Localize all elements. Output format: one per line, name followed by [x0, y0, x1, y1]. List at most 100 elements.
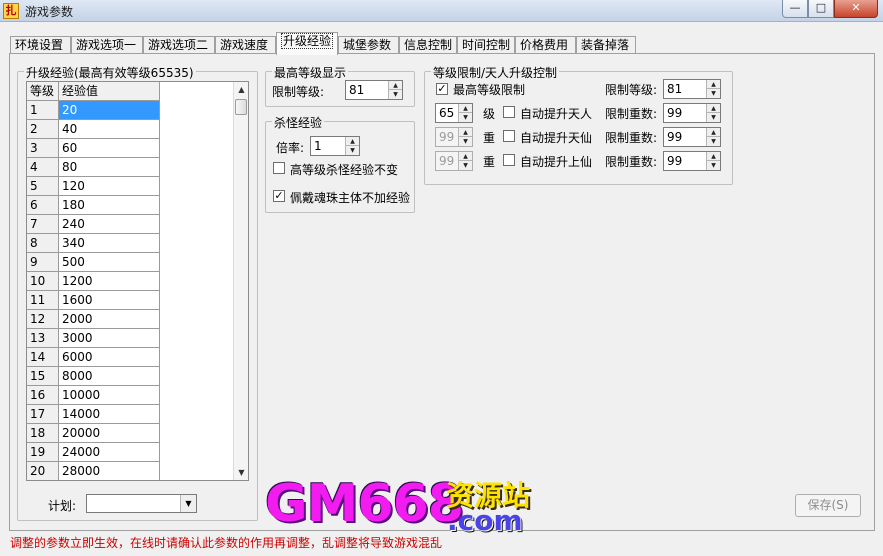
tianren-limit-spinner[interactable]: 99 ▲ ▼ [663, 103, 721, 123]
kill-exp-title: 杀怪经验 [272, 114, 325, 131]
tab-time-control[interactable]: 时间控制 [457, 36, 515, 54]
table-scrollbar[interactable]: ▲ ▼ [233, 82, 248, 480]
spin-up-icon[interactable]: ▲ [389, 81, 402, 90]
scroll-up-icon[interactable]: ▲ [234, 82, 248, 97]
auto-shangxian-checkbox[interactable] [503, 154, 515, 166]
tab-game-options-1[interactable]: 游戏选项一 [71, 36, 143, 54]
row-level[interactable]: 15 [27, 367, 59, 386]
max-level-limit-label: 限制等级: [272, 85, 325, 99]
tab-equipment-drops[interactable]: 装备掉落 [576, 36, 636, 54]
minimize-button[interactable]: — [782, 0, 808, 18]
tab-castle-params[interactable]: 城堡参数 [338, 36, 399, 54]
max-level-limit-spinner[interactable]: 81 ▲ ▼ [345, 80, 403, 100]
spin-down-icon[interactable]: ▼ [707, 113, 720, 122]
row-level[interactable]: 4 [27, 158, 59, 177]
row-exp-value[interactable]: 180 [59, 196, 160, 215]
scroll-thumb[interactable] [235, 99, 247, 115]
row-level[interactable]: 7 [27, 215, 59, 234]
row-level[interactable]: 1 [27, 101, 59, 120]
tab-environment[interactable]: 环境设置 [10, 36, 71, 54]
row-exp-value[interactable]: 1200 [59, 272, 160, 291]
spin-down-icon[interactable]: ▼ [707, 89, 720, 98]
row-level[interactable]: 20 [27, 462, 59, 480]
spin-up-icon[interactable]: ▲ [707, 104, 720, 113]
row-exp-value[interactable]: 80 [59, 158, 160, 177]
tab-game-options-2[interactable]: 游戏选项二 [143, 36, 215, 54]
auto-tianxian-checkbox[interactable] [503, 130, 515, 142]
tianxian-limit-spinner[interactable]: 99 ▲ ▼ [663, 127, 721, 147]
row-level[interactable]: 11 [27, 291, 59, 310]
row-exp-value[interactable]: 10000 [59, 386, 160, 405]
game-params-window: 扎 游戏参数 — □ ✕ 环境设置 游戏选项一 游戏选项二 游戏速度 升级经验 … [0, 0, 883, 556]
row-level[interactable]: 2 [27, 120, 59, 139]
auto-tianren-checkbox[interactable] [503, 106, 515, 118]
spin-down-icon[interactable]: ▼ [707, 137, 720, 146]
row-exp-value[interactable]: 14000 [59, 405, 160, 424]
row-exp-value[interactable]: 2000 [59, 310, 160, 329]
row-level[interactable]: 9 [27, 253, 59, 272]
row-exp-value[interactable]: 240 [59, 215, 160, 234]
rate-label: 倍率: [276, 141, 305, 155]
row-level[interactable]: 5 [27, 177, 59, 196]
spin-up-icon[interactable]: ▲ [459, 152, 472, 161]
spin-down-icon[interactable]: ▼ [459, 137, 472, 146]
tab-info-control[interactable]: 信息控制 [399, 36, 457, 54]
row-exp-value[interactable]: 20 [59, 101, 160, 120]
spin-down-icon[interactable]: ▼ [389, 90, 402, 99]
soul-bead-checkbox[interactable]: ✓ [273, 190, 285, 202]
row-exp-value[interactable]: 120 [59, 177, 160, 196]
row-level[interactable]: 6 [27, 196, 59, 215]
row-level[interactable]: 17 [27, 405, 59, 424]
plan-select[interactable]: ▼ [86, 494, 197, 513]
spin-up-icon[interactable]: ▲ [707, 128, 720, 137]
row-level[interactable]: 18 [27, 424, 59, 443]
row-exp-value[interactable]: 340 [59, 234, 160, 253]
row-level[interactable]: 19 [27, 443, 59, 462]
spin-down-icon[interactable]: ▼ [459, 113, 472, 122]
row-exp-value[interactable]: 60 [59, 139, 160, 158]
row-exp-value[interactable]: 24000 [59, 443, 160, 462]
spin-up-icon[interactable]: ▲ [346, 137, 359, 146]
shangxian-limit-spinner[interactable]: 99 ▲ ▼ [663, 151, 721, 171]
spin-down-icon[interactable]: ▼ [346, 146, 359, 155]
auto-tianren-label: 自动提升天人 [520, 107, 593, 121]
spin-up-icon[interactable]: ▲ [707, 80, 720, 89]
spin-down-icon[interactable]: ▼ [707, 161, 720, 170]
row-exp-value[interactable]: 500 [59, 253, 160, 272]
row-exp-value[interactable]: 8000 [59, 367, 160, 386]
save-button[interactable]: 保存(S) [795, 494, 861, 517]
shangxian-level-spinner[interactable]: 99 ▲ ▼ [435, 151, 473, 171]
tab-game-speed[interactable]: 游戏速度 [215, 36, 276, 54]
close-button[interactable]: ✕ [834, 0, 878, 18]
row-level[interactable]: 14 [27, 348, 59, 367]
spin-up-icon[interactable]: ▲ [459, 104, 472, 113]
tianxian-level-spinner[interactable]: 99 ▲ ▼ [435, 127, 473, 147]
limit-level-spinner[interactable]: 81 ▲ ▼ [663, 79, 721, 99]
scroll-down-icon[interactable]: ▼ [234, 465, 248, 480]
plan-label: 计划: [48, 499, 77, 513]
rate-spinner[interactable]: 1 ▲ ▼ [310, 136, 360, 156]
row-level[interactable]: 13 [27, 329, 59, 348]
row-exp-value[interactable]: 3000 [59, 329, 160, 348]
spin-up-icon[interactable]: ▲ [707, 152, 720, 161]
row-exp-value[interactable]: 40 [59, 120, 160, 139]
row-level[interactable]: 12 [27, 310, 59, 329]
row-exp-value[interactable]: 6000 [59, 348, 160, 367]
row-level[interactable]: 8 [27, 234, 59, 253]
tab-prices[interactable]: 价格费用 [515, 36, 576, 54]
spin-down-icon[interactable]: ▼ [459, 161, 472, 170]
row-level[interactable]: 3 [27, 139, 59, 158]
exp-table[interactable]: 等级 经验值 1 20 2 40 3 60 4 80 5 120 6 180 7 240 8 340 9 500 1… [26, 81, 249, 481]
row-level[interactable]: 16 [27, 386, 59, 405]
tab-level-exp[interactable]: 升级经验 [276, 32, 338, 55]
max-level-limit-checkbox[interactable]: ✓ [436, 83, 448, 95]
high-level-kill-exp-checkbox[interactable] [273, 162, 285, 174]
tianren-level-spinner[interactable]: 65 ▲ ▼ [435, 103, 473, 123]
spin-up-icon[interactable]: ▲ [459, 128, 472, 137]
row-level[interactable]: 10 [27, 272, 59, 291]
row-exp-value[interactable]: 28000 [59, 462, 160, 480]
row-exp-value[interactable]: 20000 [59, 424, 160, 443]
row-exp-value[interactable]: 1600 [59, 291, 160, 310]
maximize-button[interactable]: □ [808, 0, 834, 18]
chevron-down-icon[interactable]: ▼ [180, 495, 196, 512]
